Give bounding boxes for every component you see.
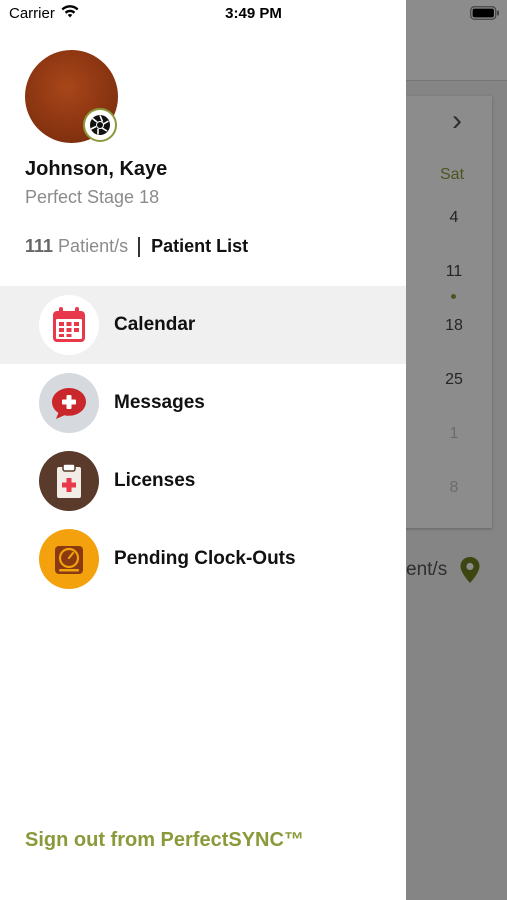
menu-item-calendar[interactable]: Calendar bbox=[0, 286, 406, 364]
calendar-icon bbox=[39, 295, 99, 355]
battery-icon bbox=[470, 6, 499, 20]
menu-item-label: Licenses bbox=[114, 470, 196, 491]
patient-summary: 111 Patient/s Patient List bbox=[25, 236, 248, 257]
menu-item-label: Calendar bbox=[114, 314, 196, 335]
status-time: 3:49 PM bbox=[225, 5, 282, 22]
patient-list-link[interactable]: Patient List bbox=[151, 236, 248, 257]
user-subtitle: Perfect Stage 18 bbox=[25, 187, 160, 207]
patient-count-label: Patient/s bbox=[58, 236, 129, 256]
change-photo-button[interactable] bbox=[83, 108, 117, 142]
menu-item-label: Messages bbox=[114, 392, 205, 413]
patient-count: 111 bbox=[25, 236, 54, 256]
messages-icon bbox=[39, 373, 99, 433]
divider bbox=[138, 236, 141, 257]
menu-item-messages[interactable]: Messages bbox=[0, 364, 406, 442]
clock-out-icon bbox=[39, 529, 99, 589]
drawer-menu: Calendar Messages Licenses Pending Clock… bbox=[0, 286, 406, 598]
status-bar: Carrier 3:49 PM bbox=[0, 0, 507, 28]
sign-out-button[interactable]: Sign out from PerfectSYNC™ bbox=[25, 829, 304, 852]
menu-item-label: Pending Clock-Outs bbox=[114, 548, 296, 569]
menu-item-licenses[interactable]: Licenses bbox=[0, 442, 406, 520]
licenses-icon bbox=[39, 451, 99, 511]
menu-item-pending-clock-outs[interactable]: Pending Clock-Outs bbox=[0, 520, 406, 598]
user-name: Johnson, Kaye bbox=[25, 158, 168, 180]
camera-aperture-icon bbox=[90, 115, 110, 135]
navigation-drawer: Johnson, Kaye Perfect Stage 18 111 Patie… bbox=[0, 0, 406, 900]
